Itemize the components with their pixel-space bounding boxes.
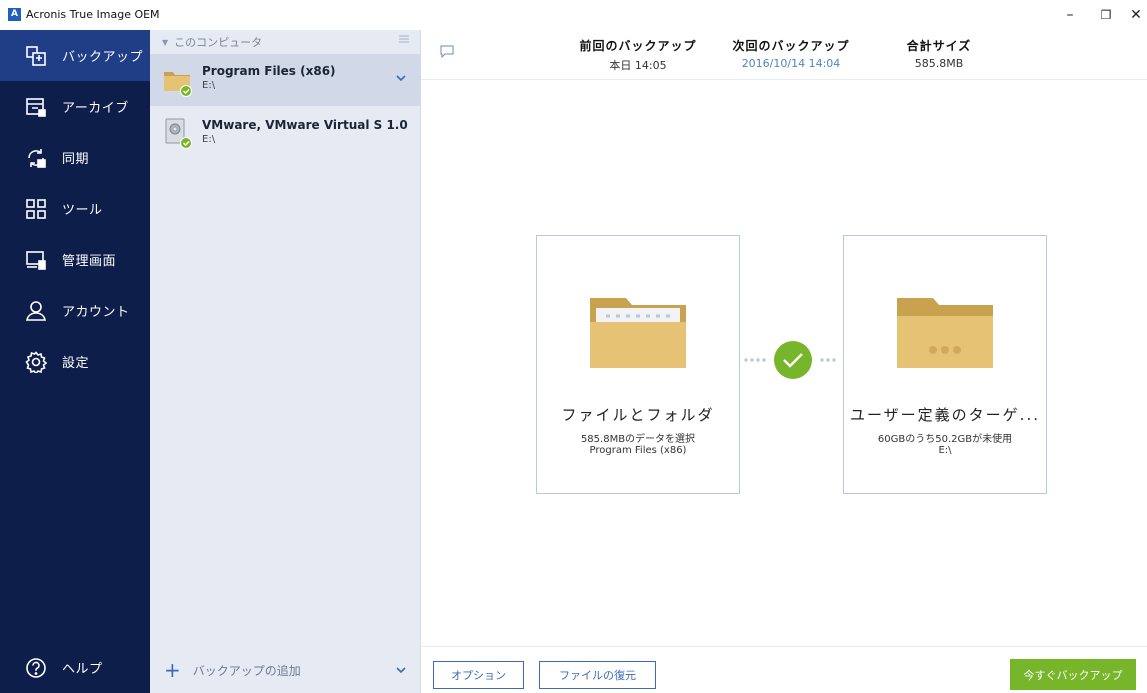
list-menu-icon[interactable] <box>399 34 409 44</box>
source-card-size: 585.8MBのデータを選択 <box>580 434 696 445</box>
app-logo-icon: A <box>8 8 21 21</box>
nav-label: 管理画面 <box>62 254 117 269</box>
backup-item[interactable]: VMware, VMware Virtual S 1.0 E:\ <box>150 108 421 160</box>
nav-label: アカウント <box>62 305 130 320</box>
last-backup-info: 前回のバックアップ 本日 14:05 <box>578 37 698 73</box>
nav-item-sync[interactable]: 同期 <box>0 132 150 183</box>
check-icon <box>774 341 812 379</box>
folder-custom-target-icon <box>897 298 993 368</box>
plus-icon: + <box>164 658 181 682</box>
archive-icon <box>24 95 48 119</box>
source-card-title: ファイルとフォルダ <box>561 406 715 424</box>
nav-item-archive[interactable]: アーカイブ <box>0 81 150 132</box>
nav-item-backup[interactable]: バックアップ <box>0 30 150 81</box>
main-nav: バックアップ アーカイブ 同期 ツール 管理画面 アカウント 設定 ヘルプ <box>0 30 150 693</box>
nav-item-settings[interactable]: 設定 <box>0 336 150 387</box>
add-backup-label: バックアップの追加 <box>192 663 301 678</box>
backup-info-bar: 前回のバックアップ 本日 14:05 次回のバックアップ 2016/10/14 … <box>421 30 1147 80</box>
folder-ok-icon <box>164 72 192 97</box>
nav-label: アーカイブ <box>62 101 129 116</box>
restore-files-button[interactable]: ファイルの復元 <box>539 661 656 689</box>
backup-source-card[interactable]: ファイルとフォルダ 585.8MBのデータを選択 Program Files (… <box>536 235 740 494</box>
next-backup-value[interactable]: 2016/10/14 14:04 <box>721 57 861 70</box>
nav-item-dashboard[interactable]: 管理画面 <box>0 234 150 285</box>
nav-label: 設定 <box>62 356 90 371</box>
close-button[interactable]: ✕ <box>1126 5 1146 25</box>
source-card-path: Program Files (x86) <box>589 445 687 456</box>
backup-item-destination: E:\ <box>202 134 216 145</box>
total-size-label: 合計サイズ <box>906 39 972 53</box>
target-card-path: E:\ <box>938 445 952 456</box>
restore-button[interactable]: ❐ <box>1096 5 1116 25</box>
total-size-info: 合計サイズ 585.8MB <box>889 37 989 70</box>
tools-icon <box>24 197 48 221</box>
action-footer: オプション ファイルの復元 今すぐバックアップ <box>421 646 1147 693</box>
last-backup-value: 本日 14:05 <box>609 59 667 72</box>
target-card-free-space: 60GBのうち50.2GBが未使用 <box>877 434 1013 445</box>
nav-label: ツール <box>62 203 103 218</box>
next-backup-label: 次回のバックアップ <box>732 39 850 53</box>
dashboard-icon <box>24 248 48 272</box>
add-backup-button[interactable]: + バックアップの追加 <box>150 647 421 693</box>
nav-item-help[interactable]: ヘルプ <box>0 642 150 693</box>
backup-group-header[interactable]: ▼ このコンピュータ <box>150 30 421 54</box>
target-card-title: ユーザー定義のターゲ... <box>849 406 1040 424</box>
help-icon <box>24 656 48 680</box>
disk-ok-icon <box>165 118 192 149</box>
next-backup-info: 次回のバックアップ 2016/10/14 14:04 <box>721 37 861 70</box>
total-size-value: 585.8MB <box>914 57 964 70</box>
nav-item-account[interactable]: アカウント <box>0 285 150 336</box>
nav-label: ヘルプ <box>62 662 103 677</box>
backup-status-connector <box>744 341 836 379</box>
chevron-down-icon[interactable] <box>395 72 407 84</box>
window-title: Acronis True Image OEM <box>26 8 160 21</box>
backup-item[interactable]: Program Files (x86) E:\ <box>150 54 421 106</box>
backup-list-panel: ▼ このコンピュータ Program Files (x86) E:\ VMwar… <box>150 30 421 693</box>
main-content: 前回のバックアップ 本日 14:05 次回のバックアップ 2016/10/14 … <box>421 30 1147 693</box>
chevron-down-icon[interactable] <box>395 664 407 676</box>
last-backup-label: 前回のバックアップ <box>579 39 697 53</box>
backup-group-title: このコンピュータ <box>174 36 263 49</box>
folder-files-icon <box>590 298 686 368</box>
nav-label: 同期 <box>62 152 90 167</box>
settings-icon <box>24 350 48 374</box>
account-icon <box>24 299 48 323</box>
backup-item-name: Program Files (x86) <box>202 64 336 78</box>
collapse-triangle-icon: ▼ <box>162 37 169 47</box>
sync-icon <box>24 146 48 170</box>
title-bar: A Acronis True Image OEM – ❐ ✕ <box>0 0 1147 30</box>
options-button[interactable]: オプション <box>433 661 524 689</box>
backup-target-card[interactable]: ユーザー定義のターゲ... 60GBのうち50.2GBが未使用 E:\ <box>843 235 1047 494</box>
backup-icon <box>24 44 48 68</box>
nav-label: バックアップ <box>62 50 144 65</box>
backup-now-button[interactable]: 今すぐバックアップ <box>1010 659 1136 690</box>
nav-item-tools[interactable]: ツール <box>0 183 150 234</box>
backup-item-name: VMware, VMware Virtual S 1.0 <box>202 118 408 132</box>
comment-icon[interactable] <box>440 45 454 58</box>
backup-item-destination: E:\ <box>202 80 216 91</box>
minimize-button[interactable]: – <box>1060 5 1080 25</box>
